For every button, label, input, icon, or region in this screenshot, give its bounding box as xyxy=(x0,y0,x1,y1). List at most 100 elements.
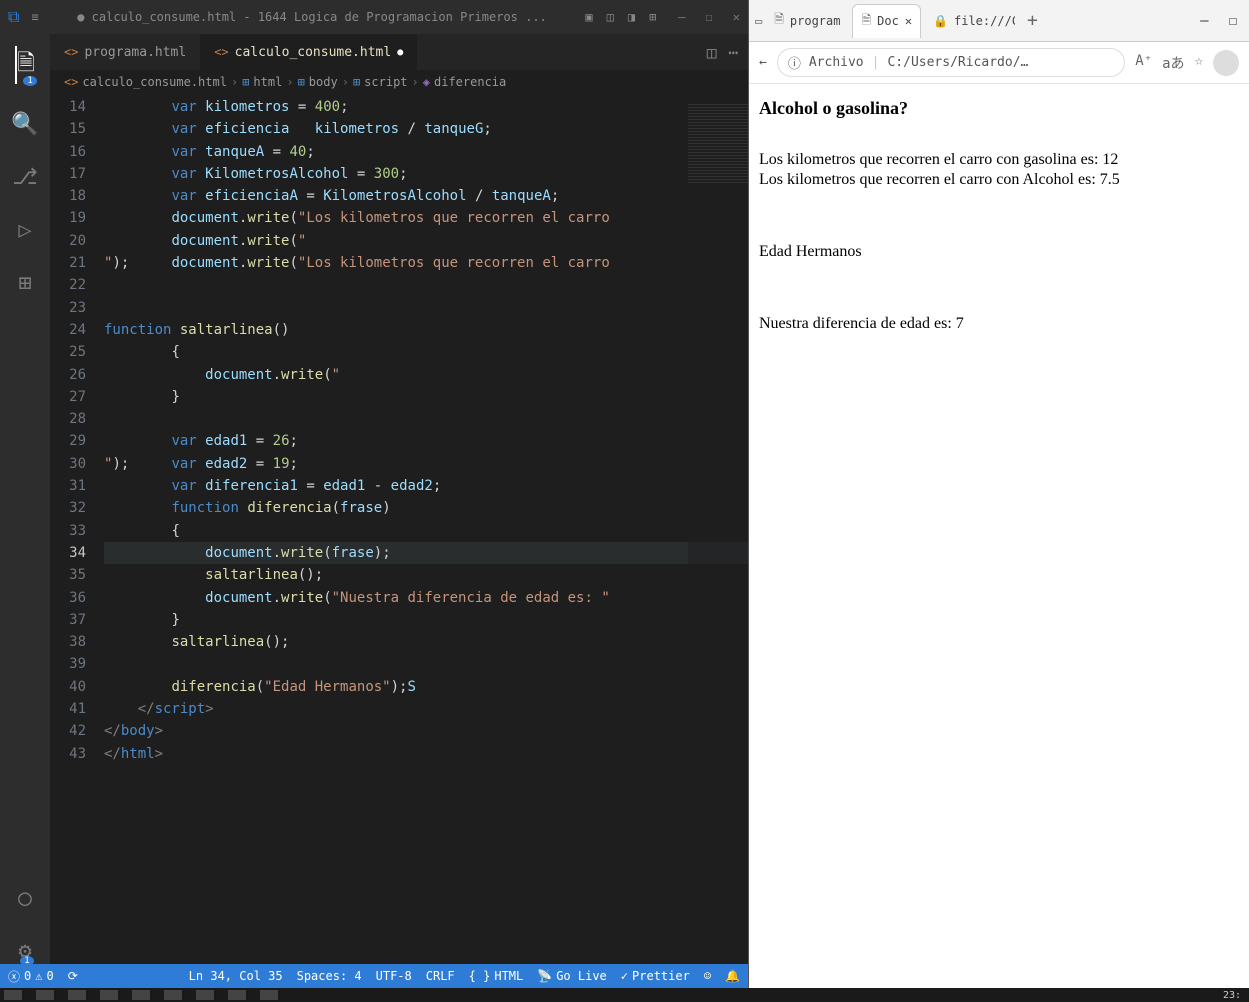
minimize-icon[interactable]: — xyxy=(678,10,685,24)
output-line: Nuestra diferencia de edad es: 7 xyxy=(759,315,1239,333)
windows-taskbar[interactable]: 23: xyxy=(0,988,1249,1002)
address-bar: ← ⓘ Archivo | C:/Users/Ricardo/… A⁺ aあ ☆ xyxy=(749,42,1249,84)
taskbar-icon[interactable] xyxy=(4,990,22,1000)
extensions-icon[interactable]: ⊞ xyxy=(18,271,31,296)
tab-label: Doc xyxy=(877,14,899,28)
output-line: Los kilometros que recorren el carro con… xyxy=(759,171,1239,189)
html-file-icon: <> xyxy=(64,45,78,59)
radio-icon[interactable]: ⟳ xyxy=(68,969,78,983)
maximize-icon[interactable]: ☐ xyxy=(706,10,713,24)
explorer-icon[interactable]: 🗎1 xyxy=(15,46,35,84)
output-line: Los kilometros que recorren el carro con… xyxy=(759,151,1239,169)
cursor-position[interactable]: Ln 34, Col 35 xyxy=(189,969,283,983)
window-title: ● calculo_consume.html - 1644 Logica de … xyxy=(51,10,574,24)
tab-label: programa.html xyxy=(84,45,186,60)
errors-status[interactable]: ⓧ 0 ⚠ 0 xyxy=(8,968,54,985)
minimize-icon[interactable]: — xyxy=(1200,13,1208,29)
page-icon: 🔒 xyxy=(933,14,948,28)
split-editor-icon[interactable]: ◫ xyxy=(707,43,717,62)
new-tab-button[interactable]: + xyxy=(1019,10,1046,31)
breadcrumb-item[interactable]: calculo_consume.html xyxy=(82,75,227,89)
search-icon[interactable]: 🔍 xyxy=(11,112,38,137)
read-aloud-icon[interactable]: A⁺ xyxy=(1135,53,1152,73)
url-text: C:/Users/Ricardo/… xyxy=(887,55,1028,70)
favorite-icon[interactable]: ☆ xyxy=(1195,53,1203,73)
taskbar-icon[interactable] xyxy=(100,990,118,1000)
status-bar: ⓧ 0 ⚠ 0 ⟳ Ln 34, Col 35 Spaces: 4 UTF-8 … xyxy=(0,964,748,988)
breadcrumb-item[interactable]: script xyxy=(364,75,407,89)
url-label: Archivo xyxy=(809,55,864,70)
encoding-status[interactable]: UTF-8 xyxy=(376,969,412,983)
code-editor[interactable]: 1415161718192021222324252627282930313233… xyxy=(50,94,748,964)
vscode-logo-icon: ⧉ xyxy=(8,7,19,27)
settings-gear-icon[interactable]: ⚙1 xyxy=(18,939,31,964)
breadcrumbs[interactable]: <> calculo_consume.html › ⊞ html › ⊞ bod… xyxy=(50,70,748,94)
editor-area: <> programa.html <> calculo_consume.html… xyxy=(50,34,748,964)
info-icon[interactable]: ⓘ xyxy=(788,53,801,72)
output-line: Edad Hermanos xyxy=(759,243,1239,261)
page-icon: 🗎 xyxy=(774,10,784,31)
taskbar-icon[interactable] xyxy=(228,990,246,1000)
page-icon: 🗎 xyxy=(861,11,871,32)
bell-icon[interactable]: 🔔 xyxy=(725,969,740,983)
menu-icon[interactable]: ≡ xyxy=(31,10,38,24)
prettier-status[interactable]: ✓ Prettier xyxy=(621,969,690,983)
back-button[interactable]: ← xyxy=(759,55,767,70)
layout-icon[interactable]: ◨ xyxy=(628,10,635,24)
maximize-icon[interactable]: ☐ xyxy=(1229,13,1237,29)
vscode-window: ⧉ ≡ ● calculo_consume.html - 1644 Logica… xyxy=(0,0,748,988)
go-live-button[interactable]: 📡 Go Live xyxy=(537,969,607,983)
element-icon: ⊞ xyxy=(242,75,249,89)
tab-actions-icon[interactable]: ▭ xyxy=(755,14,762,28)
code-content[interactable]: var kilometros = 400; var eficiencia kil… xyxy=(104,94,748,964)
taskbar-icon[interactable] xyxy=(132,990,150,1000)
feedback-icon[interactable]: ☺ xyxy=(704,969,711,983)
tab-label: calculo_consume.html xyxy=(235,45,392,60)
element-icon: ⊞ xyxy=(353,75,360,89)
tab-label: file:///C: xyxy=(954,14,1015,28)
browser-tab[interactable]: 🗎 program xyxy=(766,4,848,37)
layout-icon[interactable]: ▣ xyxy=(585,10,592,24)
account-icon[interactable]: ◯ xyxy=(18,886,31,911)
taskbar-icon[interactable] xyxy=(164,990,182,1000)
breadcrumb-item[interactable]: body xyxy=(309,75,338,89)
run-debug-icon[interactable]: ▷ xyxy=(18,218,31,243)
layout-icon[interactable]: ◫ xyxy=(607,10,614,24)
indent-status[interactable]: Spaces: 4 xyxy=(297,969,362,983)
profile-avatar[interactable] xyxy=(1213,50,1239,76)
page-title: Alcohol o gasolina? xyxy=(759,98,1239,119)
tab-calculo-consume[interactable]: <> calculo_consume.html ● xyxy=(200,34,417,70)
more-icon[interactable]: ⋯ xyxy=(728,43,738,62)
title-layout-icons: ▣ ◫ ◨ ⊞ xyxy=(585,10,656,24)
titlebar: ⧉ ≡ ● calculo_consume.html - 1644 Logica… xyxy=(0,0,748,34)
line-gutter: 1415161718192021222324252627282930313233… xyxy=(50,94,104,964)
language-status[interactable]: { } HTML xyxy=(469,969,524,983)
close-icon[interactable]: ✕ xyxy=(733,10,740,24)
eol-status[interactable]: CRLF xyxy=(426,969,455,983)
layout-icon[interactable]: ⊞ xyxy=(649,10,656,24)
taskbar-icon[interactable] xyxy=(196,990,214,1000)
breadcrumb-item[interactable]: html xyxy=(253,75,282,89)
editor-tabs: <> programa.html <> calculo_consume.html… xyxy=(50,34,748,70)
dirty-dot-icon: ● xyxy=(397,47,403,58)
clock[interactable]: 23: xyxy=(1223,990,1245,1001)
breadcrumb-item[interactable]: diferencia xyxy=(434,75,506,89)
taskbar-icon[interactable] xyxy=(260,990,278,1000)
browser-tabbar: ▭ 🗎 program 🗎 Doc ✕ 🔒 file:///C: + — ☐ xyxy=(749,0,1249,42)
translate-icon[interactable]: aあ xyxy=(1162,53,1184,73)
symbol-icon: ◈ xyxy=(423,75,430,89)
page-content: Alcohol o gasolina? Los kilometros que r… xyxy=(749,84,1249,988)
taskbar-icon[interactable] xyxy=(68,990,86,1000)
url-input[interactable]: ⓘ Archivo | C:/Users/Ricardo/… xyxy=(777,48,1125,77)
browser-tab-active[interactable]: 🗎 Doc ✕ xyxy=(852,4,921,38)
close-tab-icon[interactable]: ✕ xyxy=(905,14,912,28)
browser-tab[interactable]: 🔒 file:///C: xyxy=(925,8,1015,34)
tab-programa[interactable]: <> programa.html xyxy=(50,34,200,70)
file-icon: <> xyxy=(64,75,78,89)
source-control-icon[interactable]: ⎇ xyxy=(12,165,37,190)
taskbar-icon[interactable] xyxy=(36,990,54,1000)
minimap[interactable] xyxy=(688,94,748,964)
activity-bar: 🗎1 🔍 ⎇ ▷ ⊞ ◯ ⚙1 xyxy=(0,34,50,964)
browser-window: ▭ 🗎 program 🗎 Doc ✕ 🔒 file:///C: + — ☐ ←… xyxy=(748,0,1249,988)
html-file-icon: <> xyxy=(214,45,228,59)
